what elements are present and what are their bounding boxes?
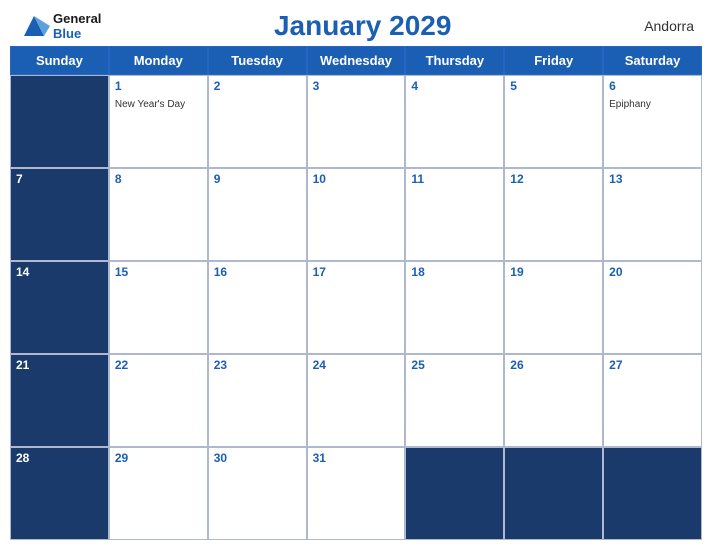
calendar-cell	[405, 447, 504, 540]
cell-date: 31	[308, 448, 405, 466]
cell-date: 15	[110, 262, 207, 280]
calendar-cell	[603, 447, 702, 540]
calendar-cell	[10, 75, 109, 168]
cell-date: 11	[406, 169, 503, 187]
calendar-cell: 8	[109, 168, 208, 261]
cell-date: 18	[406, 262, 503, 280]
cell-date: 26	[505, 355, 602, 373]
calendar-cell: 29	[109, 447, 208, 540]
day-header: Monday	[109, 46, 208, 75]
calendar-cell: 22	[109, 354, 208, 447]
day-header: Friday	[504, 46, 603, 75]
cell-date: 3	[308, 76, 405, 94]
cell-date: 21	[11, 355, 108, 373]
logo-icon	[18, 12, 50, 40]
day-header: Thursday	[405, 46, 504, 75]
cell-date: 4	[406, 76, 503, 94]
cell-date: 23	[209, 355, 306, 373]
calendar-cell: 30	[208, 447, 307, 540]
calendar-cell: 9	[208, 168, 307, 261]
cell-date: 5	[505, 76, 602, 94]
cell-date: 25	[406, 355, 503, 373]
calendar-cell: 11	[405, 168, 504, 261]
cell-date: 24	[308, 355, 405, 373]
cell-date: 19	[505, 262, 602, 280]
calendar-week: 21222324252627	[10, 354, 702, 447]
country-label: Andorra	[624, 18, 694, 34]
header: General Blue January 2029 Andorra	[0, 0, 712, 46]
calendar-body: 1New Year's Day23456Epiphany789101112131…	[10, 75, 702, 540]
cell-date: 10	[308, 169, 405, 187]
cell-date: 9	[209, 169, 306, 187]
day-header: Wednesday	[307, 46, 406, 75]
calendar-cell: 14	[10, 261, 109, 354]
calendar-cell	[504, 447, 603, 540]
cell-date: 28	[11, 448, 108, 466]
cell-date: 30	[209, 448, 306, 466]
cell-date: 17	[308, 262, 405, 280]
calendar-cell: 1 New Year's Day	[109, 75, 208, 168]
cell-date: 2	[209, 76, 306, 94]
calendar-cell: 27	[603, 354, 702, 447]
calendar-week: 1 New Year's Day 23456 Epiphany	[10, 75, 702, 168]
calendar-cell: 25	[405, 354, 504, 447]
cell-date: 8	[110, 169, 207, 187]
cell-date: 12	[505, 169, 602, 187]
calendar-cell: 12	[504, 168, 603, 261]
calendar-cell: 16	[208, 261, 307, 354]
day-header: Tuesday	[208, 46, 307, 75]
calendar-week: 78910111213	[10, 168, 702, 261]
cell-date: 16	[209, 262, 306, 280]
cell-event: Epiphany	[604, 99, 656, 110]
logo-general: General	[53, 11, 101, 26]
cell-date: 7	[11, 169, 108, 187]
day-header: Sunday	[10, 46, 109, 75]
calendar-cell: 13	[603, 168, 702, 261]
calendar-cell: 31	[307, 447, 406, 540]
calendar-cell: 18	[405, 261, 504, 354]
cell-date: 29	[110, 448, 207, 466]
calendar-title: January 2029	[101, 10, 624, 42]
calendar-cell: 6 Epiphany	[603, 75, 702, 168]
cell-date: 20	[604, 262, 701, 280]
calendar-cell: 15	[109, 261, 208, 354]
calendar-cell: 7	[10, 168, 109, 261]
cell-date: 14	[11, 262, 108, 280]
calendar-cell: 24	[307, 354, 406, 447]
calendar-header: SundayMondayTuesdayWednesdayThursdayFrid…	[10, 46, 702, 75]
calendar-cell: 21	[10, 354, 109, 447]
calendar-cell: 10	[307, 168, 406, 261]
calendar-cell: 2	[208, 75, 307, 168]
calendar: SundayMondayTuesdayWednesdayThursdayFrid…	[0, 46, 712, 550]
logo-blue: Blue	[53, 26, 101, 41]
calendar-week: 14151617181920	[10, 261, 702, 354]
calendar-cell: 20	[603, 261, 702, 354]
cell-event: New Year's Day	[110, 99, 190, 110]
calendar-cell: 23	[208, 354, 307, 447]
cell-date: 27	[604, 355, 701, 373]
calendar-cell: 4	[405, 75, 504, 168]
calendar-cell: 19	[504, 261, 603, 354]
day-header: Saturday	[603, 46, 702, 75]
cell-date: 6	[604, 76, 701, 94]
cell-date: 13	[604, 169, 701, 187]
calendar-cell: 26	[504, 354, 603, 447]
cell-date: 1	[110, 76, 207, 94]
calendar-cell: 28	[10, 447, 109, 540]
calendar-cell: 3	[307, 75, 406, 168]
cell-date: 22	[110, 355, 207, 373]
logo: General Blue	[18, 11, 101, 41]
calendar-cell: 17	[307, 261, 406, 354]
calendar-week: 28293031	[10, 447, 702, 540]
calendar-page: General Blue January 2029 Andorra Sunday…	[0, 0, 712, 550]
calendar-cell: 5	[504, 75, 603, 168]
